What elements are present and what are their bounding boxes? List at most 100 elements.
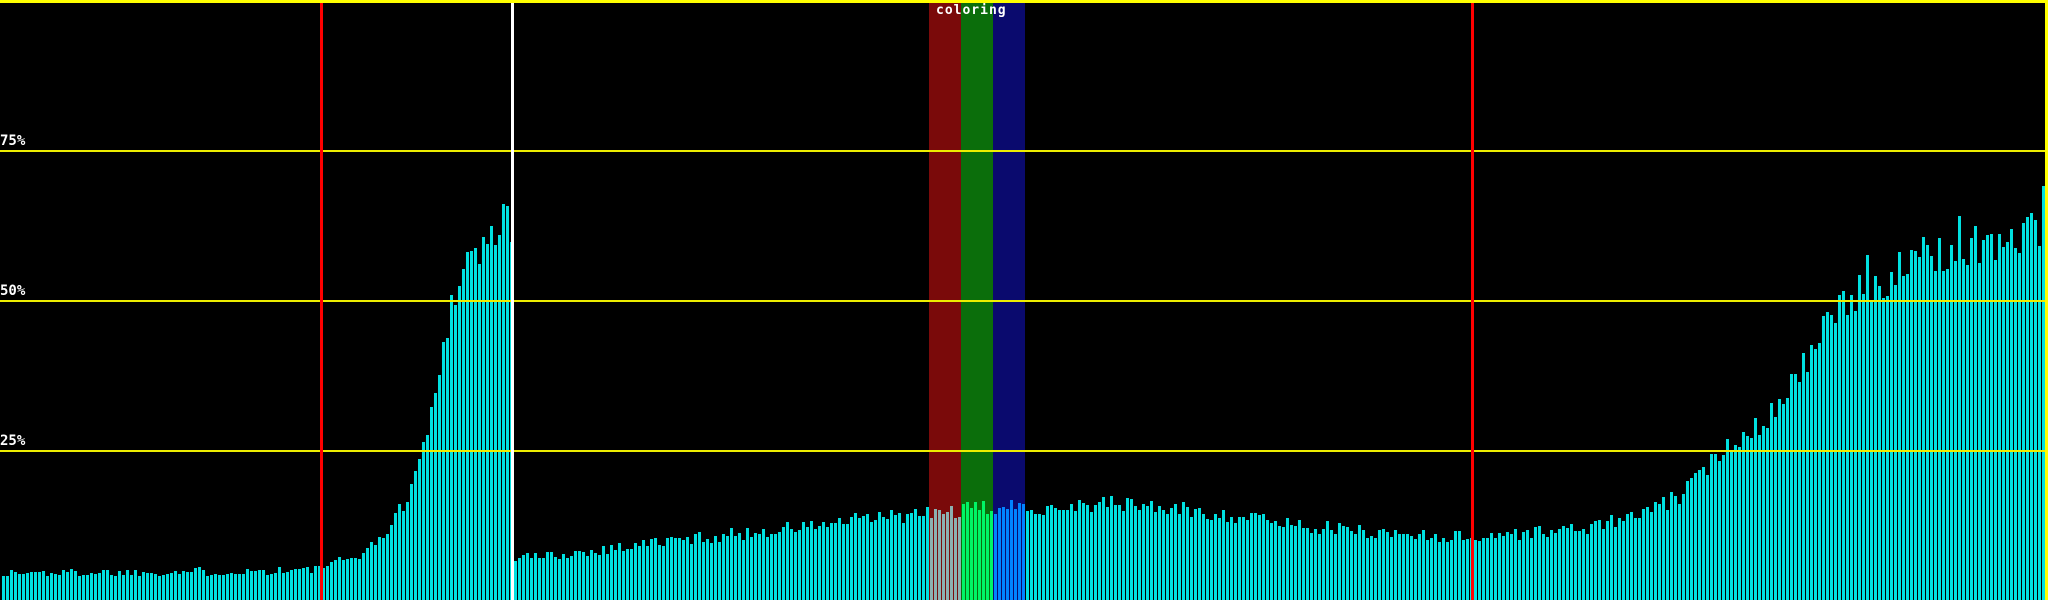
histogram-bar: [234, 574, 237, 600]
histogram-bar: [1134, 506, 1137, 600]
histogram-bar: [46, 576, 49, 600]
histogram-bar: [1734, 445, 1737, 600]
histogram-bar: [838, 518, 841, 600]
histogram-bar: [278, 567, 281, 600]
histogram-bar: [930, 518, 933, 600]
histogram-bar: [1562, 526, 1565, 600]
histogram-bar: [350, 558, 353, 600]
histogram-bar: [1354, 534, 1357, 600]
histogram-bar: [1086, 505, 1089, 600]
histogram-bar: [1094, 505, 1097, 600]
histogram-bar: [1830, 315, 1833, 600]
histogram-bar: [1526, 530, 1529, 600]
marker-line-red-left: [320, 2, 323, 600]
histogram-bar: [778, 532, 781, 600]
histogram-bar: [734, 536, 737, 600]
histogram-bar: [370, 542, 373, 600]
histogram-bar: [994, 514, 997, 600]
histogram-bar: [1970, 238, 1973, 600]
histogram-bar: [810, 521, 813, 600]
histogram-bar: [50, 573, 53, 600]
histogram-bar: [738, 533, 741, 600]
histogram-bar: [374, 545, 377, 600]
histogram-bar: [642, 540, 645, 600]
histogram-bar: [1802, 353, 1805, 600]
histogram-bar: [70, 569, 73, 600]
histogram-bar: [238, 574, 241, 600]
histogram-bar: [446, 338, 449, 600]
histogram-bar: [1446, 542, 1449, 600]
histogram-bar: [974, 502, 977, 600]
histogram-bar: [1186, 507, 1189, 600]
histogram-bar: [454, 305, 457, 600]
histogram-bar: [522, 555, 525, 600]
histogram-bar: [950, 506, 953, 600]
histogram-bar: [1058, 510, 1061, 600]
histogram-bar: [698, 532, 701, 600]
histogram-bar: [1334, 534, 1337, 600]
histogram-bar: [2026, 217, 2029, 600]
histogram-bar: [490, 226, 493, 600]
histogram-bar: [1430, 538, 1433, 600]
histogram-bar: [890, 510, 893, 600]
histogram-bar: [1754, 418, 1757, 600]
histogram-bar: [1750, 438, 1753, 600]
histogram-bar: [1154, 512, 1157, 600]
histogram-bar: [1478, 541, 1481, 600]
histogram-bar: [290, 570, 293, 600]
histogram-bar: [1558, 529, 1561, 600]
histogram-bar: [902, 523, 905, 600]
histogram-bar: [434, 393, 437, 600]
histogram-bar: [746, 528, 749, 600]
histogram-bar: [538, 558, 541, 600]
histogram-bar: [1842, 291, 1845, 600]
histogram-bar: [1946, 269, 1949, 600]
histogram-bar: [874, 520, 877, 600]
histogram-bar: [602, 546, 605, 600]
histogram-bar: [422, 442, 425, 600]
histogram-bar: [1274, 521, 1277, 600]
histogram-bar: [1718, 461, 1721, 600]
histogram-bar: [966, 502, 969, 600]
histogram-bar: [1594, 521, 1597, 600]
histogram-bar: [378, 537, 381, 600]
histogram-bar: [1474, 540, 1477, 600]
histogram-bar: [1222, 510, 1225, 600]
histogram-bar: [382, 538, 385, 600]
histogram-bar: [1434, 534, 1437, 600]
histogram-bar: [962, 504, 965, 600]
histogram-bar: [306, 567, 309, 600]
histogram-bar: [150, 573, 153, 600]
histogram-bar: [618, 543, 621, 600]
histogram-bar: [1218, 518, 1221, 600]
histogram-bar: [1774, 417, 1777, 600]
histogram-bar: [1258, 515, 1261, 600]
histogram-bar: [1366, 538, 1369, 600]
histogram-bar: [1622, 521, 1625, 600]
histogram-bar: [1046, 506, 1049, 600]
histogram-bar: [1758, 435, 1761, 600]
histogram-bar: [1770, 403, 1773, 600]
histogram-bar: [1082, 503, 1085, 600]
histogram-bar: [1426, 540, 1429, 600]
histogram-bar: [130, 575, 133, 600]
histogram-bar: [1398, 534, 1401, 600]
histogram-bar: [1174, 504, 1177, 600]
histogram-bar: [298, 569, 301, 600]
histogram-bar: [822, 522, 825, 600]
histogram-bar: [18, 574, 21, 600]
histogram-bar: [1690, 478, 1693, 600]
histogram-bar: [1182, 502, 1185, 600]
histogram-bar: [1482, 538, 1485, 600]
histogram-bar: [798, 530, 801, 600]
histogram-bar: [1270, 523, 1273, 600]
histogram-bar: [74, 571, 77, 600]
histogram-bar: [246, 569, 249, 600]
histogram-bar: [1126, 498, 1129, 600]
histogram-bar: [722, 534, 725, 600]
histogram-bar: [366, 548, 369, 600]
histogram-bar: [958, 517, 961, 600]
histogram-bar: [898, 513, 901, 600]
histogram-bar: [1982, 240, 1985, 600]
histogram-bar: [1422, 530, 1425, 600]
